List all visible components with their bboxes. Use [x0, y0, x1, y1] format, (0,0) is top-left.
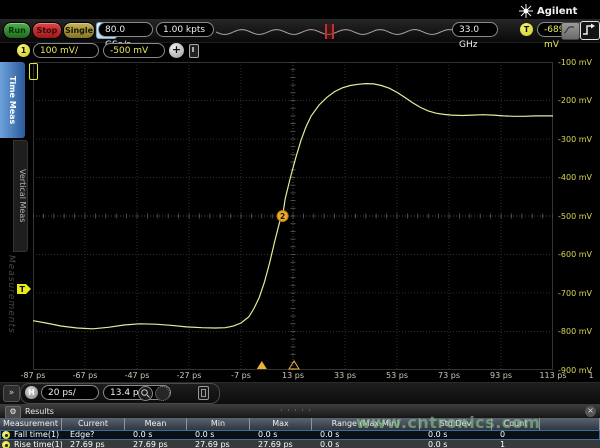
oscilloscope-screen: Agilent Run Stop Single 80.0 GSa/s 1.00 …	[0, 0, 600, 448]
rising-edge-icon	[581, 22, 597, 37]
y-tick-label: -600 mV	[558, 250, 600, 259]
bandwidth-box[interactable]: 33.0 GHz	[452, 22, 498, 37]
acquisition-preview-strip[interactable]	[216, 25, 452, 39]
horizontal-badge[interactable]: H	[25, 386, 38, 399]
add-channel-button[interactable]: +	[169, 43, 184, 58]
run-button[interactable]: Run	[3, 22, 31, 39]
measurement-value-cell: 0.0 s	[420, 440, 492, 448]
measurement-badge-icon	[2, 441, 10, 448]
measurement-value-cell: 0.0 s	[187, 430, 250, 440]
x-tick-label: 93 ps	[481, 371, 521, 380]
channel-scale-box[interactable]: 100 mV/	[33, 43, 99, 58]
brand: Agilent	[518, 3, 598, 19]
results-title: Results	[25, 407, 54, 416]
x-tick-label: 13 ps	[273, 371, 313, 380]
results-column-header[interactable]: Max	[250, 418, 312, 430]
measurement-value-cell: 0.0 s	[125, 430, 187, 440]
results-body: Fall time(1)Edge?0.0 s0.0 s0.0 s0.0 s0.0…	[0, 430, 600, 448]
results-column-header[interactable]: Mean	[125, 418, 187, 430]
channel-1-badge[interactable]: 1	[17, 44, 30, 57]
x-tick-label: 33 ps	[325, 371, 365, 380]
expand-button[interactable]: »	[3, 385, 20, 402]
x-tick-label: 73 ps	[429, 371, 469, 380]
results-column-header[interactable]	[540, 418, 600, 430]
single-button[interactable]: Single	[63, 22, 95, 39]
stop-button[interactable]: Stop	[32, 22, 62, 39]
brand-name: Agilent	[537, 6, 577, 17]
y-tick-label: -700 mV	[558, 289, 600, 298]
results-row[interactable]: Rise time(1)27.69 ps27.69 ps27.69 ps27.6…	[0, 440, 600, 448]
measurement-value-cell: 27.69 ps	[250, 440, 312, 448]
close-icon[interactable]: ×	[585, 406, 596, 417]
agilent-sunburst-icon	[518, 3, 534, 19]
results-column-header[interactable]: Measurement	[0, 418, 62, 430]
svg-text:2: 2	[280, 212, 285, 221]
tab-time-meas[interactable]: Time Meas	[0, 62, 25, 138]
measurement-value-cell: 27.69 ps	[125, 440, 187, 448]
zoom-icon[interactable]	[138, 386, 153, 401]
drag-handle[interactable]: · · · · ·	[280, 406, 312, 415]
trigger-edge-button[interactable]	[580, 21, 600, 40]
measurement-value-cell: 0.0 s	[312, 440, 420, 448]
preview-position-marker[interactable]	[325, 24, 334, 39]
measurement-value-cell: Edge?	[62, 430, 125, 440]
waveform-display[interactable]: 2	[33, 62, 553, 370]
y-tick-label: -300 mV	[558, 135, 600, 144]
measurement-badge-icon	[2, 431, 10, 439]
x-tick-label: -27 ps	[169, 371, 209, 380]
x-tick-label: -87 ps	[13, 371, 53, 380]
x-axis-labels: -87 ps-67 ps-47 ps-27 ps-7 ps13 ps33 ps5…	[33, 371, 600, 382]
measurement-value-cell: 0.0 s	[250, 430, 312, 440]
y-tick-label: -800 mV	[558, 327, 600, 336]
measurements-watermark: Measurements	[6, 255, 16, 334]
x-tick-label: -47 ps	[117, 371, 157, 380]
timebase-scale-box[interactable]: 20 ps/	[41, 385, 99, 400]
x-tick-label-clipped: 1	[571, 371, 600, 380]
results-column-header[interactable]: Current	[62, 418, 125, 430]
measurement-value-cell: 27.69 ps	[187, 440, 250, 448]
y-tick-label: -400 mV	[558, 173, 600, 182]
measurement-value-cell	[540, 430, 600, 440]
site-watermark: www.cntronics.com	[356, 413, 540, 432]
timebase-trigger-marker	[257, 361, 267, 369]
measurement-value-cell: 1	[492, 440, 540, 448]
measurement-value-cell	[540, 440, 600, 448]
y-tick-label: -200 mV	[558, 96, 600, 105]
sphere-icon[interactable]	[155, 386, 170, 401]
channel-offset-box[interactable]: -500 mV	[103, 43, 165, 58]
trigger-badge[interactable]: T	[520, 23, 533, 36]
svg-text:T: T	[20, 285, 26, 294]
results-column-header[interactable]: Min	[187, 418, 250, 430]
tab-vertical-meas[interactable]: Vertical Meas	[13, 140, 28, 252]
trigger-level-marker[interactable]: T	[17, 284, 32, 295]
measurement-name-cell: Rise time(1)	[0, 440, 62, 448]
x-tick-label: 113 ps	[533, 371, 573, 380]
measurement-name-cell: Fall time(1)	[0, 430, 62, 440]
trigger-setup-button[interactable]	[561, 22, 580, 40]
probe-icon[interactable]	[189, 44, 199, 58]
memory-depth-box[interactable]: 1.00 kpts	[156, 22, 214, 37]
x-tick-label: -7 ps	[221, 371, 261, 380]
channel-1-level-marker[interactable]	[29, 63, 38, 80]
sample-rate-box[interactable]: 80.0 GSa/s	[98, 22, 153, 37]
y-tick-label: -100 mV	[558, 58, 600, 67]
display-icon[interactable]	[198, 386, 209, 400]
measurement-value-cell: 27.69 ps	[62, 440, 125, 448]
y-axis-labels: -100 mV-200 mV-300 mV-400 mV-500 mV-600 …	[558, 62, 600, 370]
x-tick-label: -67 ps	[65, 371, 105, 380]
y-tick-label: -500 mV	[558, 212, 600, 221]
x-tick-label: 53 ps	[377, 371, 417, 380]
